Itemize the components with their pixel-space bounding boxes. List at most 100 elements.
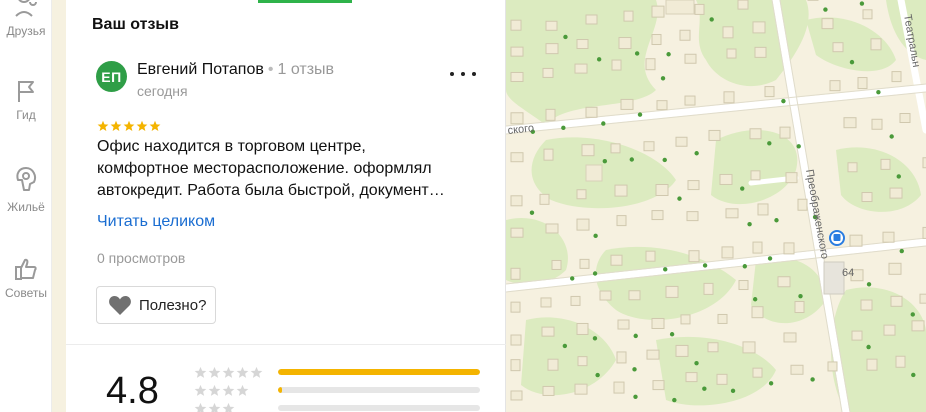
bus-stop-icon[interactable] [829, 230, 845, 246]
map-house [570, 295, 581, 306]
map-house [551, 259, 562, 270]
rail-label-lodging: Жильё [7, 200, 45, 214]
map-house [620, 98, 634, 110]
map-house [843, 117, 857, 129]
map-house [510, 46, 524, 57]
map-house [576, 189, 587, 200]
map-house [888, 262, 902, 275]
rating-distribution-stars [194, 402, 263, 412]
view-count: 0 просмотров [97, 250, 186, 266]
rating-distribution-bar [278, 387, 480, 393]
map-house [895, 355, 906, 368]
map-tree [694, 360, 699, 366]
map-house [542, 385, 555, 396]
map-house [717, 313, 728, 324]
review-text-line: Офис находится в торговом центре, [97, 138, 366, 155]
map-house [764, 86, 775, 98]
map-house [651, 5, 665, 18]
map-house [585, 106, 598, 118]
map-tree [570, 276, 575, 281]
map-tree [562, 343, 568, 349]
star-empty-icon [236, 366, 249, 378]
map-tree [896, 174, 901, 179]
rating-distribution-fill [278, 369, 480, 375]
map-house [679, 29, 691, 41]
map-house [545, 20, 558, 31]
map-tree [637, 112, 643, 117]
rail-item-tips[interactable]: Советы [0, 256, 52, 300]
map-house [891, 71, 902, 83]
section-title: Ваш отзыв [92, 16, 179, 33]
map-tree [752, 297, 758, 302]
map-canvas[interactable]: ского Преображенского Театральн 64 [506, 0, 926, 412]
section-divider [66, 344, 506, 345]
rating-distribution-stars [194, 366, 263, 379]
map-house [645, 250, 656, 262]
avatar[interactable]: ЕП [96, 61, 127, 92]
map-tree [774, 218, 779, 223]
map-tree [849, 59, 855, 65]
map-tree [601, 121, 606, 126]
review-rating-stars [97, 120, 161, 132]
map-tree [596, 57, 602, 62]
map-tree [889, 134, 894, 139]
map-view[interactable]: ского Преображенского Театральн 64 [506, 0, 926, 412]
rating-distribution-bar [278, 405, 480, 411]
map-building [585, 164, 603, 182]
map-house [684, 95, 696, 106]
review-panel: Ваш отзыв ЕП Евгений Потапов • 1 отзыв сег… [66, 0, 506, 412]
rail-label-friends: Друзья [6, 24, 46, 38]
map-house [871, 118, 883, 130]
map-house [703, 282, 714, 295]
dot-icon [461, 72, 465, 76]
map-house [742, 341, 756, 354]
map-house [510, 301, 521, 313]
map-house [752, 21, 766, 34]
map-house [545, 43, 559, 55]
map-house [911, 320, 925, 332]
rail-item-lodging[interactable]: Жильё [0, 166, 52, 214]
map-tree [595, 372, 600, 378]
map-tree [899, 248, 904, 254]
map-tree [634, 51, 640, 56]
map-tree [730, 388, 736, 394]
map-tree [694, 151, 699, 156]
useful-button[interactable]: Полезно? [96, 286, 217, 324]
map-house [849, 234, 863, 247]
map-house [675, 344, 689, 357]
map-tree [660, 76, 666, 81]
map-house [722, 26, 734, 39]
map-house [723, 91, 735, 104]
map-house [617, 319, 630, 330]
map-house [880, 158, 891, 170]
star-empty-icon [194, 366, 207, 378]
map-house [510, 227, 524, 238]
map-house [882, 231, 895, 243]
map-house [510, 195, 523, 207]
star-empty-icon [250, 366, 263, 378]
map-house [738, 280, 749, 291]
map-tree [810, 377, 815, 382]
map-house [832, 42, 844, 53]
map-tree [742, 264, 748, 269]
author-name[interactable]: Евгений Потапов [137, 61, 264, 78]
lodging-icon [16, 167, 36, 191]
map-house [726, 48, 737, 59]
map-house [585, 14, 598, 25]
map-tree [677, 196, 682, 201]
map-house [889, 187, 903, 199]
map-tree [702, 263, 708, 268]
more-options-button[interactable] [450, 64, 476, 84]
map-tree [592, 336, 598, 341]
map-house [510, 19, 522, 31]
rail-item-friends[interactable]: Друзья [0, 0, 52, 38]
map-house [870, 38, 882, 51]
rating-distribution-stars [194, 384, 263, 397]
map-house [651, 210, 664, 221]
author-review-count[interactable]: 1 отзыв [277, 61, 334, 78]
rail-item-guide[interactable]: Гид [0, 78, 52, 122]
map-house [857, 77, 868, 90]
read-more-link[interactable]: Читать целиком [97, 213, 215, 231]
map-tree [669, 332, 675, 337]
map-house [694, 3, 705, 15]
